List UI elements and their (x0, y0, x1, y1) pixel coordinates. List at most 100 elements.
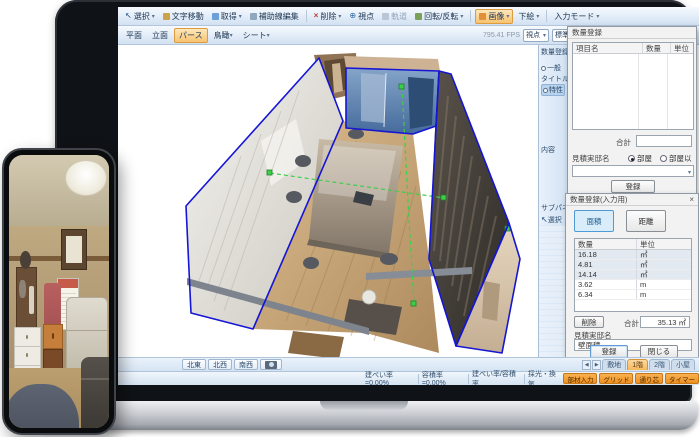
table-row[interactable]: 3.62 m (575, 280, 691, 290)
room-name-combo[interactable]: ▾ (572, 165, 694, 177)
estimate-label: 見積実邸名 (572, 153, 610, 164)
chevron-down-icon: ▾ (460, 13, 463, 20)
radio-icon (660, 155, 667, 162)
tab-floor1[interactable]: 1階 (627, 359, 648, 370)
status-separator (418, 374, 419, 384)
tool-input-mode[interactable]: 入力モード ▾ (551, 9, 602, 24)
tool-select[interactable]: ↖ 選択 ▾ (122, 9, 158, 24)
close-icon[interactable]: × (689, 194, 694, 206)
quantity-input-panel: 数量登録(入力用) × 面積 距離 数量 単位 16.18 ㎡ 4.81 ㎡ (565, 193, 699, 361)
photo-sofa (81, 357, 109, 428)
total-label: 合計 (624, 318, 639, 329)
view-direction-bar: 北東 北西 南西 ◀ ▶ 敷地 1階 2階 小屋 (118, 357, 699, 371)
quantity-table[interactable]: 項目名 数量 単位 (572, 42, 694, 130)
app-window: ↖ 選択 ▾ 文字移動 取得 ▾ 補助線編集 × 削除 ▾ (118, 7, 699, 385)
ratio-link[interactable]: 建ぺい率/容積率 (472, 369, 521, 386)
table-row[interactable]: 14.14 ㎡ (575, 270, 691, 280)
tool-underlay[interactable]: 下絵 ▾ (515, 9, 542, 24)
area-tab-button[interactable]: 面積 (574, 210, 614, 232)
chevron-down-icon: ▾ (506, 13, 509, 20)
tool-rotate-flip[interactable]: 回転/反転 ▾ (412, 9, 466, 24)
tab-floor2[interactable]: 2階 (649, 359, 670, 370)
table-header: 数量 単位 (575, 239, 691, 250)
laptop-base (30, 401, 698, 430)
floor-tabs: ◀ ▶ 敷地 1階 2階 小屋 (582, 359, 699, 370)
scan-3d-viewport[interactable] (118, 45, 538, 357)
laptop-base-notch (320, 401, 408, 410)
tool-strip-select[interactable]: ↖選択 (541, 215, 562, 225)
laptop-bezel: ↖ 選択 ▾ 文字移動 取得 ▾ 補助線編集 × 削除 ▾ (55, 0, 692, 403)
photo-ceiling-light (65, 160, 107, 195)
label-content: 内容 (541, 145, 555, 155)
view-sheet-button[interactable]: シート ▾ (239, 28, 274, 43)
lighting-link[interactable]: 採光・換気 (528, 369, 562, 386)
status-chip-axis[interactable]: 通り芯 (635, 373, 663, 384)
view-northeast-button[interactable]: 北東 (182, 359, 206, 370)
chevron-down-icon: ▾ (338, 13, 341, 20)
photo-picture-frame (61, 229, 87, 270)
total-input[interactable] (636, 135, 692, 147)
tool-text-move[interactable]: 文字移動 (160, 9, 207, 24)
table-row[interactable]: 4.81 ㎡ (575, 260, 691, 270)
view-birdseye-button[interactable]: 鳥瞰 ▾ (210, 28, 237, 43)
select-cursor-icon: ↖ (125, 12, 132, 20)
quantity-register-panel: 数量登録 項目名 数量 単位 合計 見積実邸名 部屋 部屋以外 ▾ 登録 (567, 26, 697, 194)
rotate-flip-icon (415, 13, 422, 20)
register-button[interactable]: 登録 (611, 180, 655, 193)
camera-icon (265, 361, 277, 369)
view-northwest-button[interactable]: 北西 (208, 359, 232, 370)
status-separator (468, 374, 469, 384)
volume-ratio: 容積率=0.00% (422, 370, 465, 385)
measure-table[interactable]: 数量 単位 16.18 ㎡ 4.81 ㎡ 14.14 ㎡ 3.62 m (574, 238, 692, 312)
radio-property[interactable]: 特性 (541, 84, 565, 96)
select-cursor-icon: ↖ (541, 215, 548, 224)
chevron-down-icon: ▾ (536, 13, 539, 20)
toolbar-separator (470, 10, 471, 22)
distance-tab-button[interactable]: 距離 (626, 210, 666, 232)
table-row[interactable]: 6.34 m (575, 290, 691, 300)
tab-attic[interactable]: 小屋 (671, 359, 695, 370)
delete-x-icon: × (314, 12, 319, 20)
view-plan-button[interactable]: 平面 (122, 28, 146, 43)
chevron-down-icon: ▾ (239, 13, 242, 20)
view-perspective-button[interactable]: パース (174, 28, 208, 43)
total-value: 35.13 ㎡ (640, 316, 690, 328)
label-title: タイトル (541, 74, 569, 84)
tool-guide-edit[interactable]: 補助線編集 (247, 9, 302, 24)
coverage-ratio: 建ぺい率=0.00% (365, 370, 415, 385)
table-row[interactable]: 16.18 ㎡ (575, 250, 691, 260)
viewpoint-icon: ⊕ (349, 12, 356, 20)
camera-button[interactable] (260, 359, 282, 370)
tab-scroll-right-icon[interactable]: ▶ (592, 360, 601, 370)
toolbar-separator (306, 10, 307, 22)
radio-icon (543, 88, 548, 93)
tool-image[interactable]: 画像 ▾ (475, 9, 513, 24)
chevron-down-icon: ▾ (230, 32, 233, 39)
status-chip-grid[interactable]: グリッド (599, 373, 633, 384)
toolbar-main: ↖ 選択 ▾ 文字移動 取得 ▾ 補助線編集 × 削除 ▾ (118, 7, 699, 26)
delete-button[interactable]: 削除 (574, 316, 604, 328)
image-icon (479, 13, 486, 20)
tool-acquire[interactable]: 取得 ▾ (209, 9, 245, 24)
tool-viewpoint[interactable]: ⊕ 視点 (346, 9, 377, 24)
view-elevation-button[interactable]: 立面 (148, 28, 172, 43)
radio-general[interactable]: 一般 (541, 63, 561, 73)
tab-scroll-left-icon[interactable]: ◀ (582, 360, 591, 370)
viewpoint-combo[interactable]: 視点 ▾ (523, 29, 549, 42)
panel-title[interactable]: 数量登録 (568, 27, 696, 39)
tool-orbit[interactable]: 軌道 (379, 9, 410, 24)
radio-icon (541, 66, 546, 71)
status-bar: 建ぺい率=0.00% 容積率=0.00% 建ぺい率/容積率 採光・換気 部材入力… (118, 371, 699, 385)
panel-title[interactable]: 数量登録(入力用) × (566, 194, 698, 206)
smartphone (2, 148, 116, 435)
tab-site[interactable]: 敷地 (602, 359, 626, 370)
view-southwest-button[interactable]: 南西 (234, 359, 258, 370)
status-chip-input[interactable]: 部材入力 (563, 373, 597, 384)
tool-delete[interactable]: × 削除 ▾ (311, 9, 345, 24)
chevron-down-icon: ▾ (267, 32, 270, 39)
status-separator (524, 374, 525, 384)
radio-room[interactable]: 部屋 (628, 153, 652, 164)
text-move-icon (163, 13, 170, 20)
tab-quantity-register[interactable]: 数量登録 (541, 47, 569, 57)
status-chip-timer[interactable]: タイマー (665, 373, 699, 384)
